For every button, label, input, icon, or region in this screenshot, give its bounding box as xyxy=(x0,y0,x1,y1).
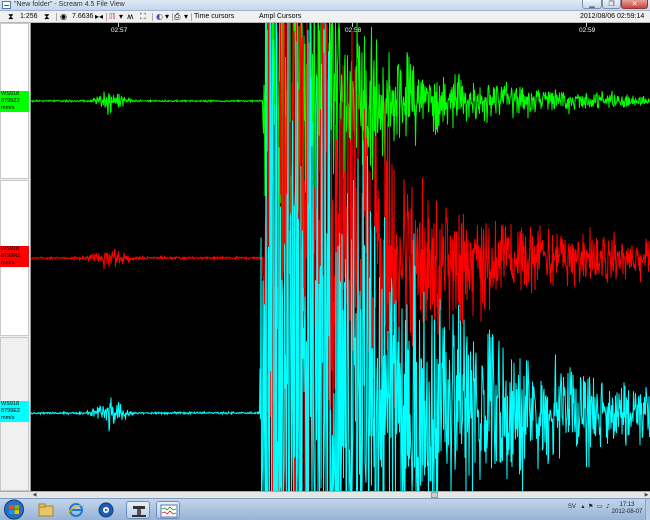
horizontal-scrollbar[interactable]: ◀ ▶ xyxy=(31,491,650,498)
waveform-canvas xyxy=(31,23,650,491)
show-desktop-button[interactable] xyxy=(645,499,650,520)
ampl-cursors-button[interactable]: Ampl Cursors xyxy=(259,12,301,22)
media-player-icon[interactable] xyxy=(94,501,118,519)
dropdown-arrow-icon[interactable]: ▾ xyxy=(119,12,123,22)
expand-icon[interactable]: ⧗ xyxy=(44,12,50,22)
toolbar: ⧗ 1:256 ⧗ ◉ 7.6636 ▸◂ ℿ ▾ ʍ ⛶ ◐ ▾ ⎙ ▾ Ti… xyxy=(0,11,650,23)
start-orb[interactable] xyxy=(1,499,27,520)
title-bar: "New folder" - Scream 4.5 File View ▁ ❐ … xyxy=(0,0,650,11)
play-stop-icon[interactable]: ▸◂ xyxy=(95,12,103,22)
channel-label-z[interactable]: WS918 8799Z2 mm/s xyxy=(0,91,29,112)
explorer-icon[interactable] xyxy=(34,501,58,519)
zoom-in-value[interactable]: 7.6636 xyxy=(72,12,93,22)
flag-icon[interactable]: ⚑ xyxy=(586,503,593,510)
channel-panel: WS918 8799Z2 mm/s WS918 8799N2 mm/s WS91… xyxy=(0,23,31,491)
fit-icon[interactable]: ⧗ xyxy=(8,12,14,22)
internet-explorer-icon[interactable] xyxy=(64,501,88,519)
dropdown-arrow-icon[interactable]: ▾ xyxy=(184,12,188,22)
clock-date: 2012-08-07 xyxy=(611,509,643,515)
dropdown-arrow-icon[interactable]: ▾ xyxy=(165,12,169,22)
monitor-icon[interactable]: ▭ xyxy=(595,503,603,510)
grid-icon[interactable]: ⛶ xyxy=(140,12,146,22)
waveform-icon[interactable]: ʍ xyxy=(127,12,134,22)
eye-icon[interactable]: ◉ xyxy=(60,12,67,22)
system-tray[interactable]: SV ▴ ⚑ ▭ ♪ xyxy=(568,503,610,510)
clock[interactable]: 17:13 2012-08-07 xyxy=(610,502,644,516)
filter-icon[interactable]: ℿ xyxy=(109,12,116,22)
seismogram-plot[interactable]: 02:57 02:58 02:59 xyxy=(31,23,650,491)
zoom-out-value[interactable]: 1:256 xyxy=(20,12,38,22)
window-title: "New folder" - Scream 4.5 File View xyxy=(14,1,125,8)
scream-app-icon[interactable] xyxy=(156,501,180,519)
timestamp: 2012/08/06 02:59:14 xyxy=(580,13,645,20)
taskbar: SV ▴ ⚑ ▭ ♪ 17:13 2012-08-07 xyxy=(0,498,650,520)
channel-label-n[interactable]: WS918 8799N2 mm/s xyxy=(0,246,29,267)
scroll-corner xyxy=(0,491,31,498)
language-indicator[interactable]: SV xyxy=(568,504,576,510)
minimize-button[interactable]: ▁ xyxy=(582,0,602,9)
network-app-icon[interactable] xyxy=(126,501,150,519)
time-cursors-button[interactable]: Time cursors xyxy=(194,12,234,22)
clock-time: 17:13 xyxy=(619,502,635,508)
spectrum-icon[interactable]: ◐ xyxy=(156,12,163,22)
channel-label-e[interactable]: WS918 8799E2 mm/s xyxy=(0,401,29,422)
close-button[interactable]: ✕ xyxy=(621,0,648,9)
tray-arrow-icon[interactable]: ▴ xyxy=(578,503,584,510)
maximize-button[interactable]: ❐ xyxy=(602,0,621,9)
app-icon[interactable] xyxy=(2,1,11,9)
print-icon[interactable]: ⎙ xyxy=(174,12,180,22)
